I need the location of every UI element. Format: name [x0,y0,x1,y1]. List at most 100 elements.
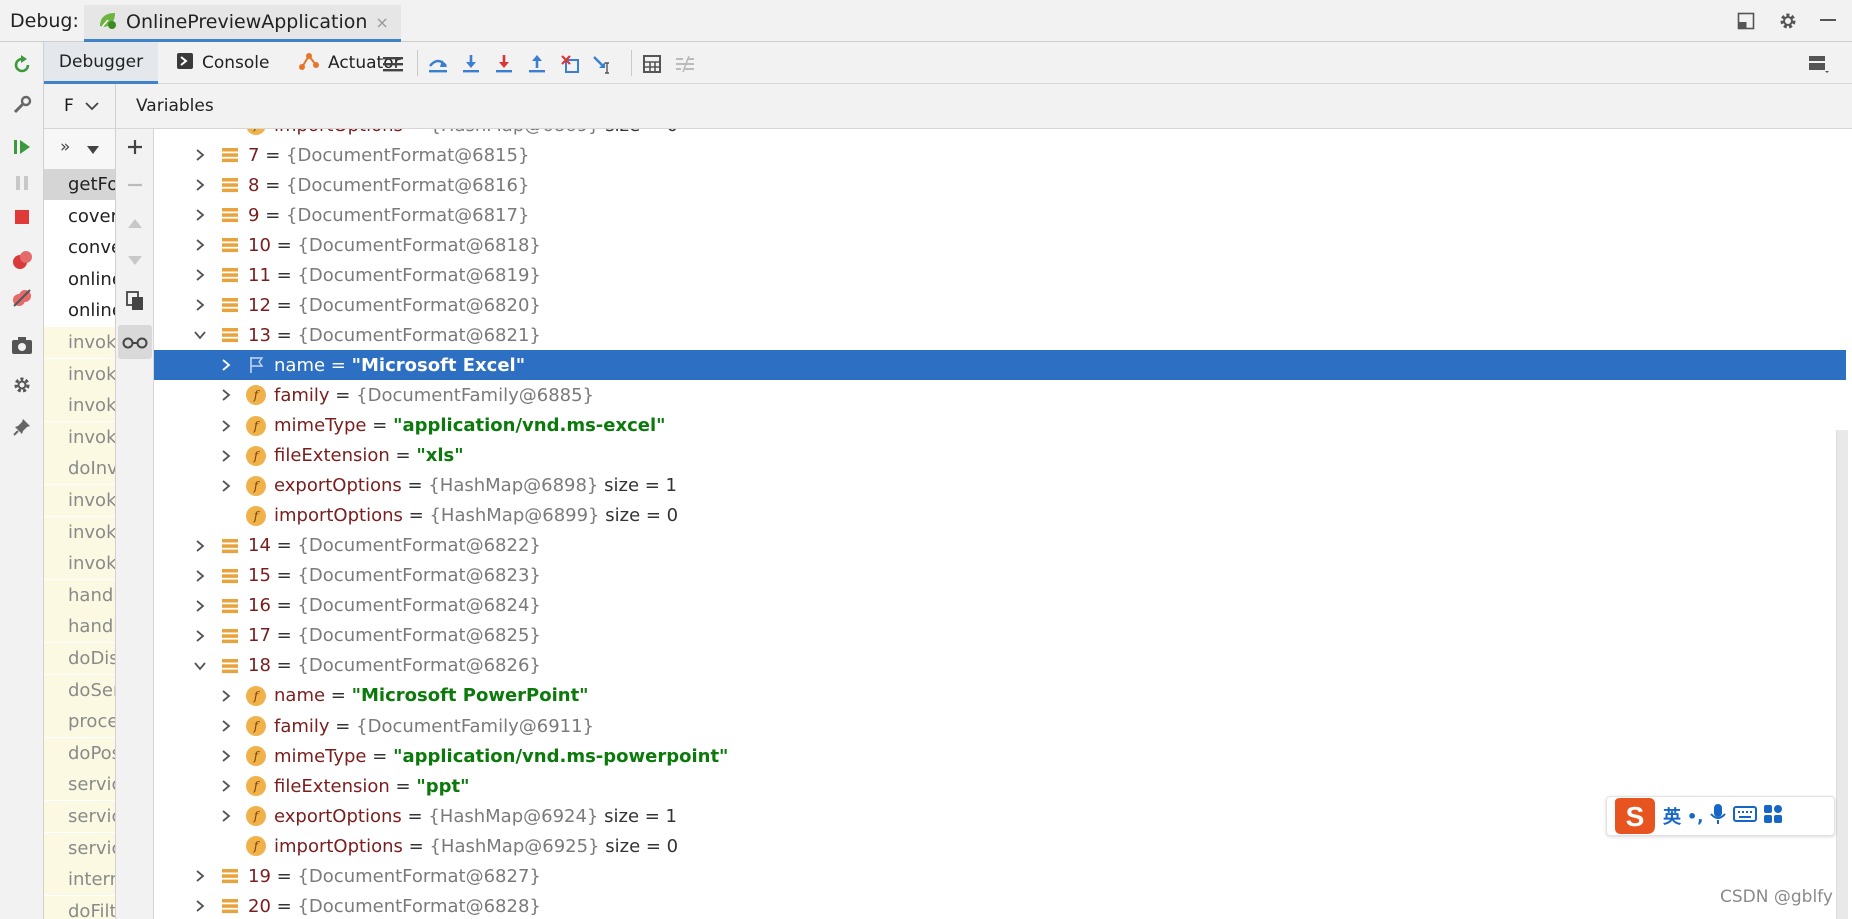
stack-frame[interactable]: conve [44,232,115,263]
camera-icon[interactable] [9,332,35,358]
stack-frame[interactable]: invok [44,327,115,358]
chevron-right-icon[interactable] [218,688,234,704]
step-into-icon[interactable] [491,51,517,77]
variable-row[interactable]: 13 = {DocumentFormat@6821} [154,320,1846,350]
show-execution-point-icon[interactable] [425,51,451,77]
variable-row[interactable]: 19 = {DocumentFormat@6827} [154,861,1846,891]
pause-icon[interactable] [9,170,35,196]
settings-icon[interactable] [9,372,35,398]
wrench-icon[interactable] [9,92,35,118]
variable-row[interactable]: f exportOptions = {HashMap@6898} size = 1 [154,471,1846,501]
variable-row[interactable]: 17 = {DocumentFormat@6825} [154,621,1846,651]
chevron-right-icon[interactable] [192,868,208,884]
variable-row[interactable]: 7 = {DocumentFormat@6815} [154,140,1846,170]
variable-row[interactable]: f importOptions = {HashMap@6869} size = 0 [154,129,1846,140]
thread-selector[interactable]: F [44,84,116,129]
variable-row[interactable]: f mimeType = "application/vnd.ms-powerpoi… [154,741,1846,771]
variable-row[interactable]: 20 = {DocumentFormat@6828} [154,891,1846,919]
chevron-right-icon[interactable] [192,177,208,193]
stack-frame[interactable]: invok [44,516,115,548]
resume-icon[interactable] [9,134,35,160]
run-config-tab[interactable]: OnlinePreviewApplication × [84,5,401,42]
stack-frame[interactable]: invok [44,548,115,580]
chevron-right-icon[interactable] [218,357,234,373]
stack-frame[interactable]: servic [44,801,115,832]
glasses-icon[interactable] [118,325,152,359]
stop-icon[interactable] [9,204,35,230]
stack-frame[interactable]: online [44,295,115,326]
stack-frame[interactable]: invok [44,390,115,422]
chevron-right-icon[interactable] [192,207,208,223]
variable-row[interactable]: f exportOptions = {HashMap@6924} size = 1 [154,801,1846,831]
stack-frame[interactable]: online [44,264,115,295]
variable-row[interactable]: f fileExtension = "ppt" [154,771,1846,801]
stack-frame[interactable]: invok [44,421,115,453]
stack-frame[interactable]: doFilt [44,895,115,919]
chevron-right-icon[interactable] [218,718,234,734]
ime-language-toggle[interactable]: 英 [1663,803,1681,829]
move-up-icon[interactable] [123,211,147,235]
variable-row[interactable]: f family = {DocumentFamily@6885} [154,380,1846,410]
drop-frame-icon[interactable] [557,51,583,77]
chevron-right-icon[interactable] [218,478,234,494]
stack-frame[interactable]: invok [44,485,115,516]
stack-frame[interactable]: doPos [44,737,115,769]
stack-frame[interactable]: doDis [44,643,115,674]
stack-frame[interactable]: doSer [44,674,115,706]
add-watch-icon[interactable] [123,135,147,159]
variable-row[interactable]: 16 = {DocumentFormat@6824} [154,591,1846,621]
chevron-right-icon[interactable] [192,267,208,283]
close-icon[interactable]: × [375,13,388,32]
variable-row[interactable]: f importOptions = {HashMap@6899} size = 0 [154,501,1846,531]
chevron-right-icon[interactable] [218,448,234,464]
restore-layout-icon[interactable] [1737,12,1755,34]
chevron-right-icon[interactable] [192,297,208,313]
chevron-right-icon[interactable] [192,147,208,163]
chevron-right-icon[interactable] [218,418,234,434]
variable-row[interactable]: 9 = {DocumentFormat@6817} [154,200,1846,230]
hamburger-menu-icon[interactable] [380,51,406,77]
variable-row[interactable]: 18 = {DocumentFormat@6826} [154,651,1846,681]
step-over-icon[interactable] [458,51,484,77]
variable-row[interactable]: 12 = {DocumentFormat@6820} [154,290,1846,320]
variable-row[interactable]: 10 = {DocumentFormat@6818} [154,230,1846,260]
variable-row[interactable]: 8 = {DocumentFormat@6816} [154,170,1846,200]
stack-frame[interactable]: cover [44,201,115,232]
run-to-cursor-icon[interactable] [590,51,616,77]
variable-row[interactable]: f fileExtension = "xls" [154,441,1846,471]
stack-frame[interactable]: handl [44,611,115,643]
stack-frame[interactable]: handl [44,579,115,611]
pin-icon[interactable] [9,414,35,440]
more-icon[interactable]: » [60,137,70,157]
view-breakpoints-icon[interactable] [9,247,35,273]
tab-debugger[interactable]: Debugger [44,42,158,84]
stack-frame[interactable]: getFo [44,169,115,200]
copy-icon[interactable] [123,289,147,313]
tree-scrollbar[interactable] [1836,430,1848,919]
move-down-icon[interactable] [123,249,147,273]
ime-punctuation-toggle[interactable]: •, [1687,807,1703,826]
layout-settings-icon[interactable] [1806,51,1832,77]
chevron-right-icon[interactable] [218,748,234,764]
variable-row[interactable]: f name = "Microsoft PowerPoint" [154,681,1846,711]
chevron-right-icon[interactable] [218,778,234,794]
microphone-icon[interactable] [1709,803,1727,829]
mute-breakpoints-icon[interactable] [9,285,35,311]
evaluate-expression-icon[interactable] [639,51,665,77]
variable-row[interactable]: 11 = {DocumentFormat@6819} [154,260,1846,290]
chevron-right-icon[interactable] [218,387,234,403]
chevron-right-icon[interactable] [218,808,234,824]
minimize-icon[interactable] [1820,19,1836,21]
stack-frame[interactable]: servic [44,832,115,864]
chevron-down-icon[interactable] [192,658,208,674]
stack-frame[interactable]: doInv [44,453,115,485]
variable-row[interactable]: f family = {DocumentFamily@6911} [154,711,1846,741]
variable-row[interactable]: f importOptions = {HashMap@6925} size = 0 [154,831,1846,861]
grid-icon[interactable] [1763,804,1783,828]
keyboard-icon[interactable] [1733,805,1758,827]
rerun-icon[interactable] [9,52,35,78]
chevron-right-icon[interactable] [192,598,208,614]
chevron-right-icon[interactable] [192,538,208,554]
gear-icon[interactable] [1778,11,1798,35]
stack-frame[interactable]: invok [44,358,115,390]
